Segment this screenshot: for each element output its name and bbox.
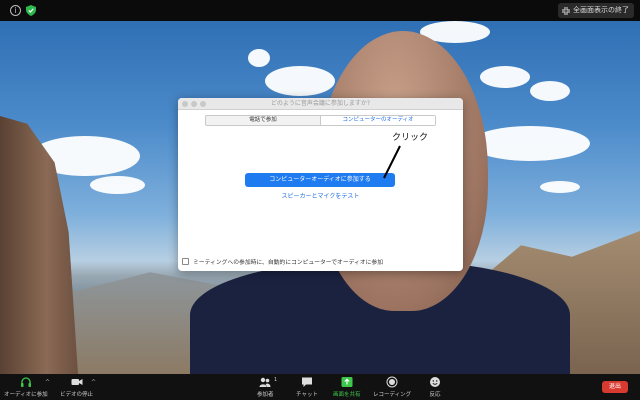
- participants-control[interactable]: 参加者: [257, 376, 274, 398]
- video-camera-icon: [71, 379, 82, 385]
- cloud: [265, 66, 335, 96]
- annotation-pointer-line: [383, 145, 401, 179]
- tab-computer-audio[interactable]: コンピューターのオーディオ: [320, 116, 435, 125]
- share-screen-icon: [341, 377, 353, 387]
- top-bar: i 全画面表示の終了: [0, 0, 640, 21]
- audio-tabs: 電話で参加 コンピューターのオーディオ: [205, 115, 436, 126]
- cloud: [480, 66, 530, 88]
- exit-fullscreen-button[interactable]: 全画面表示の終了: [558, 3, 634, 18]
- headphones-icon: [20, 377, 31, 387]
- participants-icon: [259, 377, 271, 387]
- cloud: [530, 81, 570, 101]
- join-audio-control[interactable]: オーディオに参加: [4, 376, 48, 398]
- cloud: [90, 176, 145, 194]
- smiley-icon: [430, 377, 440, 387]
- cloud: [540, 181, 580, 193]
- participants-label: 参加者: [257, 392, 274, 398]
- exit-fullscreen-label: 全画面表示の終了: [573, 6, 629, 14]
- join-audio-label: オーディオに参加: [4, 392, 48, 398]
- shield-check-icon[interactable]: [26, 5, 36, 16]
- reactions-label: 反応: [429, 392, 441, 398]
- dialog-title: どのように音声会議に参加しますか?: [270, 100, 371, 107]
- share-screen-control[interactable]: 画面を共有: [333, 376, 361, 398]
- exit-fullscreen-icon: [562, 6, 570, 15]
- info-icon[interactable]: i: [10, 5, 21, 16]
- stop-video-label: ビデオの停止: [60, 392, 94, 398]
- cloud: [470, 126, 590, 161]
- participants-count: 1: [274, 377, 278, 383]
- reactions-control[interactable]: 反応: [429, 376, 441, 398]
- chat-control[interactable]: チャット: [296, 376, 318, 398]
- audio-options-caret-icon[interactable]: ^: [45, 379, 50, 386]
- tab-phone[interactable]: 電話で参加: [206, 116, 320, 125]
- video-options-caret-icon[interactable]: ^: [91, 379, 96, 386]
- chat-bubble-icon: [301, 377, 312, 387]
- record-icon: [386, 376, 398, 388]
- join-audio-dialog: どのように音声会議に参加しますか? 電話で参加 コンピューターのオーディオ コン…: [178, 98, 463, 271]
- leave-meeting-button[interactable]: 退出: [602, 381, 628, 393]
- test-speaker-mic-link[interactable]: スピーカーとマイクをテスト: [178, 191, 463, 200]
- cloud: [248, 49, 270, 67]
- dialog-titlebar: どのように音声会議に参加しますか?: [178, 98, 463, 110]
- join-computer-audio-button[interactable]: コンピューターオーディオに参加する: [245, 173, 395, 187]
- chat-label: チャット: [296, 392, 318, 398]
- record-label: レコーディング: [373, 392, 412, 398]
- auto-join-checkbox[interactable]: [182, 258, 189, 265]
- meeting-toolbar: オーディオに参加 ^ ビデオの停止 ^ 参加者 1 チャット 画面を共有 レコー…: [0, 374, 640, 400]
- record-control[interactable]: レコーディング: [373, 376, 411, 398]
- stop-video-control[interactable]: ビデオの停止: [60, 376, 93, 398]
- auto-join-label: ミーティングへの参加時に、自動的にコンピューターでオーディオに参加: [193, 260, 384, 266]
- share-screen-label: 画面を共有: [333, 392, 361, 398]
- auto-join-audio-option[interactable]: ミーティングへの参加時に、自動的にコンピューターでオーディオに参加: [182, 257, 383, 266]
